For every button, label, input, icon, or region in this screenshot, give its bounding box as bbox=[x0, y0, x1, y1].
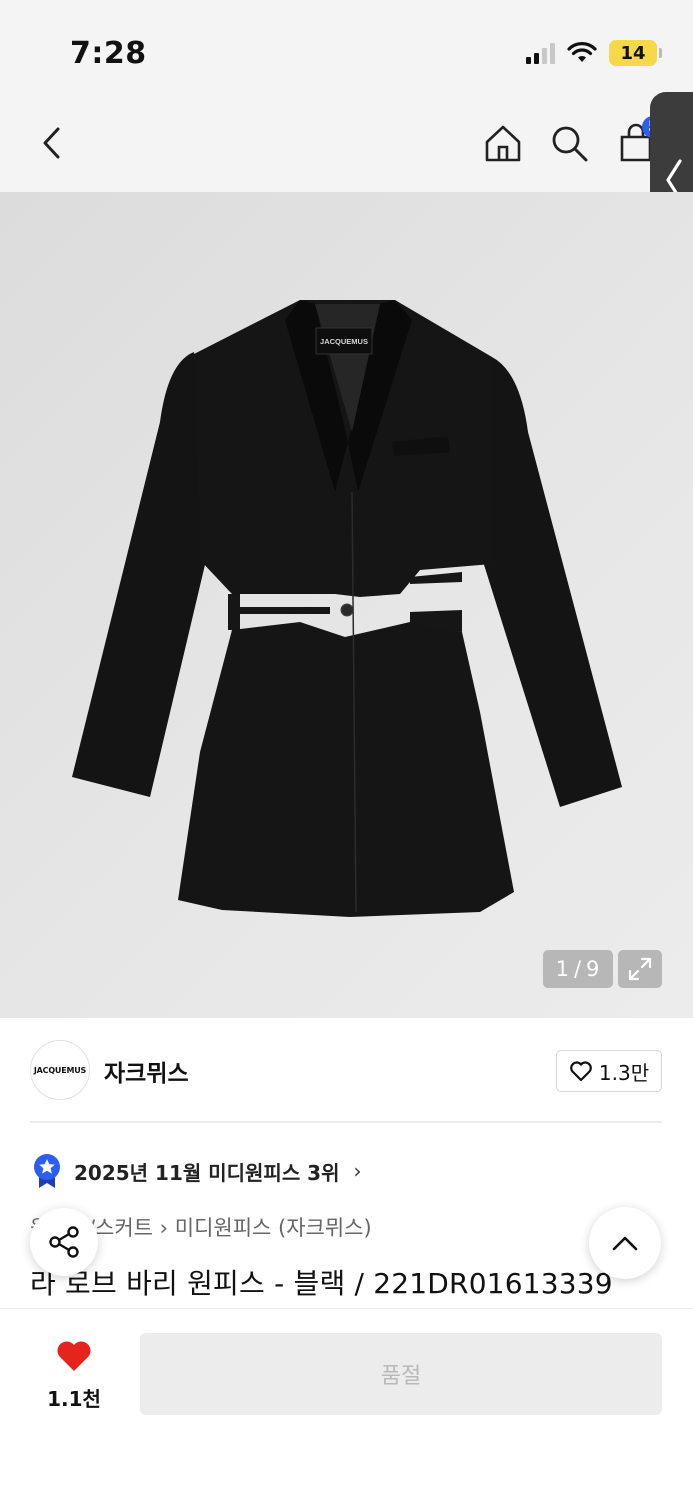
brand-label-text: JACQUEMUS bbox=[320, 337, 368, 346]
product-image: JACQUEMUS bbox=[72, 300, 622, 917]
brand-logo[interactable]: JACQUEMUS bbox=[30, 1040, 90, 1100]
image-counter-current: 1 bbox=[555, 957, 570, 981]
share-button[interactable] bbox=[30, 1208, 98, 1276]
signal-icon bbox=[526, 42, 555, 64]
battery-icon: 14 bbox=[609, 40, 662, 66]
brand-like-button[interactable]: 1.3만 bbox=[556, 1050, 662, 1092]
status-icons: 14 bbox=[526, 40, 662, 66]
expand-image-button[interactable] bbox=[618, 950, 662, 988]
wishlist-button[interactable]: 1.1천 bbox=[40, 1339, 108, 1412]
brand-row[interactable]: JACQUEMUS 자크뮈스 1.3만 bbox=[30, 1040, 662, 1102]
image-counter-total: 9 bbox=[586, 957, 601, 981]
wishlist-count: 1.1천 bbox=[47, 1387, 101, 1411]
heart-outline-icon bbox=[570, 1061, 592, 1082]
home-icon[interactable] bbox=[481, 118, 525, 168]
ranking-badge-icon bbox=[34, 1154, 60, 1188]
wifi-icon bbox=[567, 42, 597, 62]
ranking-text: 2025년 11월 미디원피스 3위 bbox=[74, 1160, 340, 1185]
chevron-right-icon: › bbox=[353, 1159, 362, 1183]
image-counter-separator: / bbox=[573, 957, 583, 981]
heart-filled-icon bbox=[57, 1341, 91, 1371]
ranking-link[interactable]: 2025년 11월 미디원피스 3위 › bbox=[32, 1153, 362, 1189]
sold-out-button[interactable]: 품절 bbox=[140, 1333, 662, 1415]
image-counter: 1 / 9 bbox=[543, 950, 613, 988]
product-image-gallery[interactable]: JACQUEMUS 1 / 9 bbox=[0, 192, 693, 1018]
divider bbox=[30, 1121, 662, 1123]
brand-like-count: 1.3만 bbox=[598, 1060, 650, 1085]
chevron-up-icon bbox=[612, 1236, 638, 1251]
brand-name[interactable]: 자크뮈스 bbox=[104, 1054, 189, 1088]
product-title: 라 로브 바리 원피스 - 블랙 / 221DR01613339 bbox=[30, 1267, 613, 1300]
back-arrow-icon[interactable] bbox=[30, 118, 74, 168]
status-bar: 7:28 14 bbox=[0, 0, 693, 100]
battery-level: 14 bbox=[620, 42, 646, 64]
scroll-to-top-button[interactable] bbox=[589, 1207, 661, 1279]
status-time: 7:28 bbox=[70, 36, 147, 71]
bottom-purchase-bar: 1.1천 품절 bbox=[0, 1308, 693, 1500]
search-icon[interactable] bbox=[547, 118, 591, 168]
expand-icon bbox=[628, 957, 652, 981]
nav-bar: 5 bbox=[0, 100, 693, 192]
share-icon bbox=[49, 1226, 79, 1258]
